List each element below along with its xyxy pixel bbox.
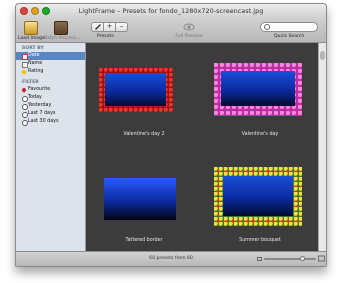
full-preview-label: Full Preview	[175, 34, 203, 39]
preset-image	[104, 178, 176, 220]
thumbnail-size-slider[interactable]	[264, 256, 316, 261]
filter-item-last-7-days[interactable]: Last 7 days	[16, 110, 85, 118]
slider-knob[interactable]	[300, 256, 305, 261]
eye-icon	[183, 23, 195, 31]
sidebar: SORT BY Date Name Rating FILTER Favourit…	[16, 43, 86, 251]
preset-image	[221, 71, 295, 106]
sort-item-label: Name	[28, 61, 43, 66]
sort-item-name[interactable]: Name	[16, 60, 85, 68]
vertical-scrollbar[interactable]	[318, 43, 326, 251]
preset-name: Summer bouquet	[239, 238, 281, 243]
presets-label: Presets	[97, 34, 114, 39]
sort-item-date[interactable]: Date	[16, 52, 85, 60]
edit-preset-button[interactable]	[91, 22, 104, 32]
sort-item-label: Date	[28, 53, 40, 58]
scrollbar-thumb[interactable]	[320, 51, 325, 60]
remove-preset-button[interactable]: –	[116, 22, 128, 32]
preset-grid: Valentine's day 2 Valentine's day Tatter…	[86, 43, 318, 251]
sort-item-label: Rating	[28, 69, 44, 74]
full-preview-button[interactable]: Full Preview	[174, 21, 204, 39]
batch-process-label: Batch Process...	[44, 36, 81, 41]
preset-item[interactable]: Summer bouquet	[202, 147, 318, 251]
title-bar: LightFrame – Presets for fondo_1280x720-…	[16, 4, 326, 19]
filter-item-label: Yesterday	[28, 103, 52, 108]
toolbar: Load Image Batch Process... + – Presets …	[16, 19, 326, 43]
small-thumbnail-icon	[257, 257, 262, 261]
window-title: LightFrame – Presets for fondo_1280x720-…	[78, 7, 264, 15]
quick-search-label: Quick Search	[274, 34, 305, 39]
filter-item-last-30-days[interactable]: Last 30 days	[16, 118, 85, 126]
status-bar: 60 presets from 60	[16, 251, 326, 266]
film-icon	[54, 21, 68, 35]
preset-item[interactable]: Valentine's day	[202, 43, 318, 143]
preset-edit-controls: + –	[91, 22, 128, 32]
add-preset-button[interactable]: +	[104, 22, 116, 32]
preset-name: Valentine's day 2	[123, 132, 165, 137]
filter-item-favourite[interactable]: Favourite	[16, 86, 85, 94]
preset-image	[105, 73, 166, 106]
filter-item-label: Last 7 days	[28, 111, 56, 116]
clock-icon	[22, 120, 28, 126]
filter-item-label: Today	[28, 95, 42, 100]
preset-name: Valentine's day	[241, 132, 279, 137]
brush-icon	[94, 24, 101, 30]
preset-image	[223, 176, 293, 216]
load-image-button[interactable]: Load Image	[18, 21, 45, 41]
filter-item-today[interactable]: Today	[16, 94, 85, 102]
filter-header: FILTER	[22, 80, 39, 85]
load-image-label: Load Image	[18, 36, 45, 41]
preset-item[interactable]: Tattered border	[86, 147, 202, 251]
preset-name: Tattered border	[125, 238, 163, 243]
filter-item-yesterday[interactable]: Yesterday	[16, 102, 85, 110]
star-icon	[21, 69, 27, 75]
search-icon	[264, 24, 270, 30]
preset-item[interactable]: Valentine's day 2	[86, 43, 202, 143]
large-thumbnail-icon	[318, 255, 325, 262]
search-field[interactable]	[260, 22, 318, 32]
filter-item-label: Favourite	[28, 87, 51, 92]
picture-icon	[24, 21, 38, 35]
filter-item-label: Last 30 days	[28, 119, 59, 124]
sort-item-rating[interactable]: Rating	[16, 68, 85, 76]
batch-process-button[interactable]: Batch Process...	[44, 21, 81, 41]
sort-by-header: SORT BY	[22, 46, 44, 51]
heart-icon	[21, 87, 27, 93]
app-window: LightFrame – Presets for fondo_1280x720-…	[15, 3, 327, 267]
